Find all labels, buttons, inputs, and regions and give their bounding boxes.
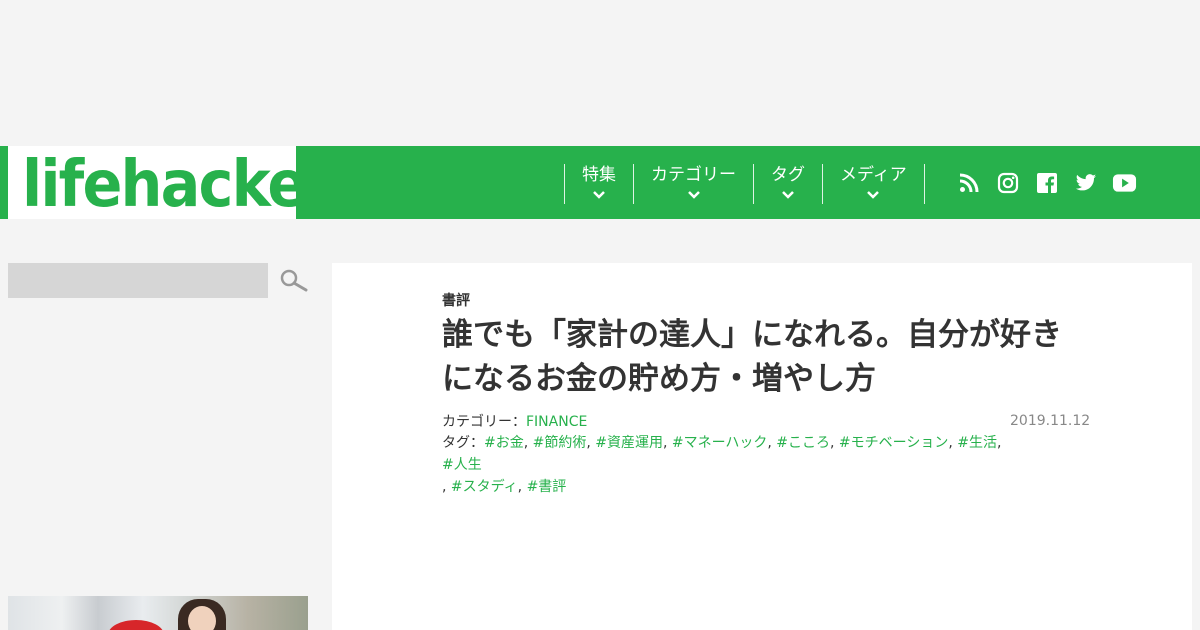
tag-link[interactable]: #書評 [527, 479, 567, 495]
nav-item-tag[interactable]: タグ [754, 164, 822, 204]
logo-container[interactable]: lifehacker [0, 146, 334, 222]
tag-link[interactable]: #人生 [442, 457, 482, 473]
tag-link[interactable]: #こころ [776, 435, 830, 451]
tag-link[interactable]: #生活 [957, 435, 997, 451]
article-date: 2019.11.12 [1010, 413, 1091, 429]
tag-link[interactable]: #マネーハック [672, 435, 767, 451]
tag-link[interactable]: #資産運用 [595, 435, 663, 451]
main-navbar: 特集 カテゴリー タグ メディア [296, 146, 1200, 219]
social-links [956, 170, 1137, 195]
tag-link[interactable]: #節約術 [533, 435, 587, 451]
ad-badge-shape [108, 620, 164, 630]
sidebar-ad-image[interactable] [8, 596, 308, 630]
category-link[interactable]: FINANCE [526, 414, 587, 430]
chevron-down-icon [687, 191, 700, 199]
article-tags: タグ：#お金, #節約術, #資産運用, #マネーハック, #こころ, #モチベ… [442, 435, 1002, 495]
facebook-icon[interactable] [1034, 170, 1059, 195]
tag-link[interactable]: #お金 [484, 435, 524, 451]
category-prefix: カテゴリー： [442, 414, 526, 430]
nav-label: カテゴリー [651, 165, 736, 185]
site-logo[interactable]: lifehacker [22, 140, 334, 230]
article-section-label[interactable]: 書評 [442, 290, 470, 310]
twitter-icon[interactable] [1073, 170, 1098, 195]
article-title: 誰でも「家計の達人」になれる。自分が好きになるお金の貯め方・増やし方 [442, 317, 1062, 397]
nav-item-media[interactable]: メディア [823, 164, 924, 204]
chevron-down-icon [782, 191, 794, 199]
ad-person-face [188, 606, 216, 630]
chevron-down-icon [593, 191, 605, 199]
chevron-down-icon [867, 191, 880, 199]
nav-item-category[interactable]: カテゴリー [634, 164, 753, 204]
search-icon[interactable] [280, 268, 308, 294]
nav-menu: 特集 カテゴリー タグ メディア [564, 164, 925, 204]
nav-label: タグ [771, 165, 805, 185]
tag-link[interactable]: #モチベーション [839, 435, 948, 451]
rss-icon[interactable] [956, 170, 981, 195]
search-input[interactable] [8, 263, 268, 298]
logo-accent-bar [0, 146, 8, 219]
nav-item-features[interactable]: 特集 [565, 164, 633, 204]
article-category: カテゴリー：FINANCE [442, 411, 587, 431]
nav-label: 特集 [582, 165, 616, 185]
instagram-icon[interactable] [995, 170, 1020, 195]
nav-label: メディア [840, 165, 907, 185]
tag-link[interactable]: #スタディ [451, 479, 518, 495]
nav-divider [923, 164, 925, 204]
youtube-icon[interactable] [1112, 170, 1137, 195]
article-card: 書評 誰でも「家計の達人」になれる。自分が好きになるお金の貯め方・増やし方 カテ… [332, 263, 1192, 630]
tags-prefix: タグ： [442, 435, 484, 451]
